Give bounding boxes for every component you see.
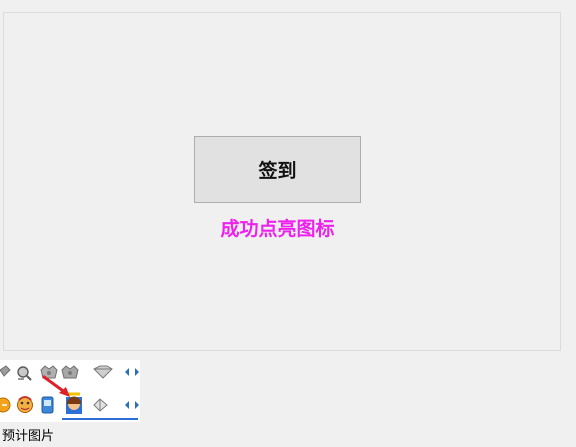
signin-button[interactable]: 签到 (194, 136, 361, 203)
gray-crown-icon (61, 365, 79, 379)
preview-image (0, 360, 140, 422)
highlight-bar (62, 418, 138, 420)
status-text: 成功点亮图标 (220, 218, 335, 240)
orange-smiley-icon (0, 397, 11, 413)
gray-diamond-icon (93, 365, 113, 379)
orange-face-icon (17, 396, 33, 413)
arrow-left-right-icon[interactable] (125, 368, 139, 376)
lit-avatar-icon (66, 392, 82, 414)
red-arrow-icon (42, 375, 70, 397)
preview-caption: 预计图片 (2, 429, 55, 444)
blue-phone-icon (41, 396, 54, 414)
gray-diamond-icon (0, 365, 11, 377)
gray-magnifier-icon (17, 366, 32, 381)
arrow-left-right-icon[interactable] (125, 401, 139, 409)
gray-diamond-icon (93, 398, 108, 412)
